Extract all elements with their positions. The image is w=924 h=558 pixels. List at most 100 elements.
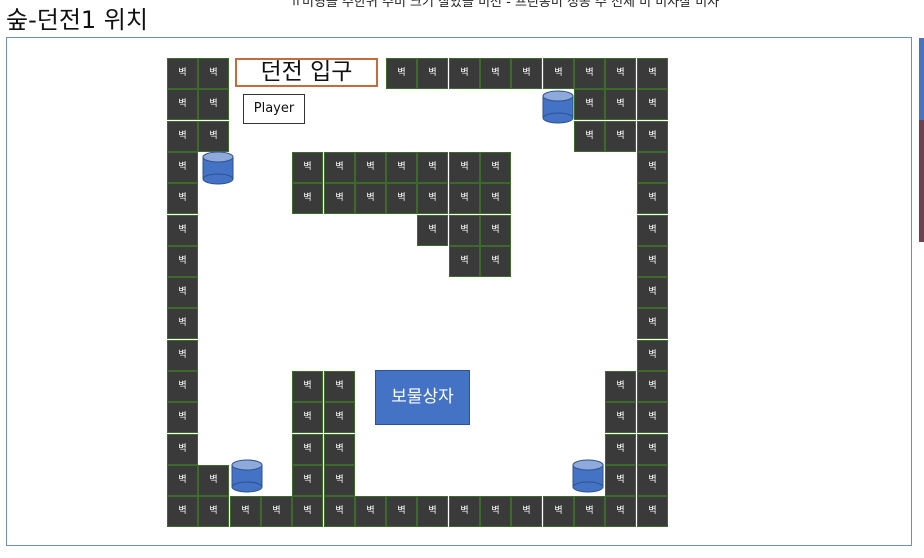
wall-tile: 벽: [605, 465, 636, 496]
wall-tile: 벽: [480, 183, 511, 214]
wall-tile: 벽: [480, 152, 511, 183]
wall-tile: 벽: [449, 152, 480, 183]
wall-tile: 벽: [167, 58, 198, 89]
wall-tile: 벽: [417, 496, 448, 527]
wall-tile: 벽: [292, 371, 323, 402]
treasure-chest[interactable]: 보물상자: [375, 370, 470, 425]
wall-tile: 벽: [543, 58, 574, 89]
wall-tile: 벽: [417, 152, 448, 183]
wall-tile: 벽: [198, 465, 229, 496]
map-frame: [6, 37, 912, 546]
wall-tile: 벽: [386, 58, 417, 89]
wall-tile: 벽: [292, 465, 323, 496]
wall-tile: 벽: [449, 215, 480, 246]
wall-tile: 벽: [543, 496, 574, 527]
wall-tile: 벽: [292, 183, 323, 214]
wall-tile: 벽: [449, 246, 480, 277]
wall-tile: 벽: [167, 121, 198, 152]
barrel-icon: [202, 151, 234, 185]
wall-tile: 벽: [167, 152, 198, 183]
wall-tile: 벽: [637, 246, 668, 277]
wall-tile: 벽: [261, 496, 292, 527]
side-accent-bar: [919, 38, 924, 120]
wall-tile: 벽: [637, 465, 668, 496]
page-title: 숲-던전1 위치: [6, 6, 148, 34]
wall-tile: 벽: [167, 89, 198, 120]
wall-tile: 벽: [324, 496, 355, 527]
wall-tile: 벽: [324, 465, 355, 496]
wall-tile: 벽: [449, 183, 480, 214]
wall-tile: 벽: [480, 246, 511, 277]
wall-tile: 벽: [511, 496, 542, 527]
wall-tile: 벽: [167, 246, 198, 277]
wall-tile: 벽: [605, 89, 636, 120]
wall-tile: 벽: [324, 152, 355, 183]
wall-tile: 벽: [637, 371, 668, 402]
wall-tile: 벽: [167, 371, 198, 402]
wall-tile: 벽: [355, 496, 386, 527]
wall-tile: 벽: [167, 277, 198, 308]
wall-tile: 벽: [167, 183, 198, 214]
player-marker[interactable]: Player: [243, 94, 305, 124]
wall-tile: 벽: [637, 308, 668, 339]
wall-tile: 벽: [167, 434, 198, 465]
wall-tile: 벽: [198, 496, 229, 527]
wall-tile: 벽: [605, 58, 636, 89]
wall-tile: 벽: [480, 496, 511, 527]
wall-tile: 벽: [574, 121, 605, 152]
wall-tile: 벽: [574, 496, 605, 527]
wall-tile: 벽: [637, 434, 668, 465]
wall-tile: 벽: [198, 89, 229, 120]
wall-tile: 벽: [292, 434, 323, 465]
wall-tile: 벽: [386, 183, 417, 214]
wall-tile: 벽: [355, 183, 386, 214]
side-accent-bar-dark: [919, 120, 924, 242]
wall-tile: 벽: [324, 183, 355, 214]
wall-tile: 벽: [637, 215, 668, 246]
wall-tile: 벽: [637, 496, 668, 527]
wall-tile: 벽: [417, 215, 448, 246]
wall-tile: 벽: [198, 58, 229, 89]
wall-tile: 벽: [605, 434, 636, 465]
wall-tile: 벽: [292, 496, 323, 527]
wall-tile: 벽: [292, 152, 323, 183]
wall-tile: 벽: [637, 121, 668, 152]
wall-tile: 벽: [324, 434, 355, 465]
dungeon-entrance[interactable]: 던전 입구: [235, 58, 378, 87]
wall-tile: 벽: [574, 89, 605, 120]
wall-tile: 벽: [230, 496, 261, 527]
wall-tile: 벽: [480, 58, 511, 89]
wall-tile: 벽: [605, 496, 636, 527]
wall-tile: 벽: [637, 277, 668, 308]
wall-tile: 벽: [292, 402, 323, 433]
wall-tile: 벽: [417, 183, 448, 214]
wall-tile: 벽: [167, 215, 198, 246]
wall-tile: 벽: [637, 402, 668, 433]
wall-tile: 벽: [637, 58, 668, 89]
wall-tile: 벽: [355, 152, 386, 183]
wall-tile: 벽: [605, 402, 636, 433]
barrel-icon: [572, 459, 604, 493]
top-caption: ㅠ미영을 주한귀 주미 크기 잘았을 미선 - 프린동미 성공 주 선세 미 미…: [290, 0, 720, 10]
wall-tile: 벽: [605, 371, 636, 402]
wall-tile: 벽: [449, 496, 480, 527]
wall-tile: 벽: [480, 215, 511, 246]
wall-tile: 벽: [167, 402, 198, 433]
wall-tile: 벽: [637, 340, 668, 371]
wall-tile: 벽: [386, 496, 417, 527]
wall-tile: 벽: [574, 58, 605, 89]
wall-tile: 벽: [605, 121, 636, 152]
wall-tile: 벽: [167, 496, 198, 527]
wall-tile: 벽: [198, 121, 229, 152]
wall-tile: 벽: [637, 183, 668, 214]
wall-tile: 벽: [449, 58, 480, 89]
wall-tile: 벽: [167, 308, 198, 339]
barrel-icon: [542, 90, 574, 124]
wall-tile: 벽: [637, 152, 668, 183]
wall-tile: 벽: [167, 340, 198, 371]
wall-tile: 벽: [511, 58, 542, 89]
wall-tile: 벽: [167, 465, 198, 496]
wall-tile: 벽: [386, 152, 417, 183]
wall-tile: 벽: [324, 402, 355, 433]
wall-tile: 벽: [417, 58, 448, 89]
